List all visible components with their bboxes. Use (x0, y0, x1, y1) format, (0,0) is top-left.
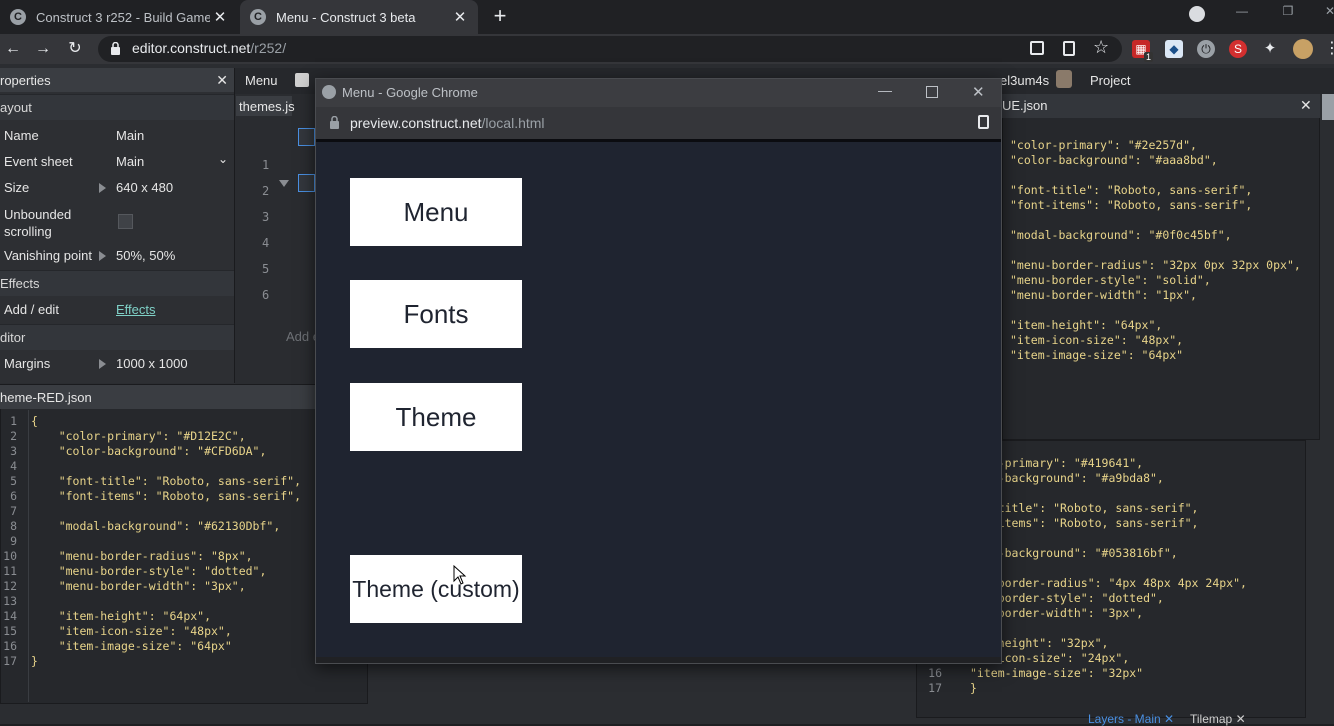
save-icon[interactable] (295, 73, 309, 87)
prop-margins[interactable]: Margins 1000 x 1000 (0, 356, 234, 374)
close-window-icon[interactable]: ✕ (1318, 4, 1334, 22)
game-canvas: Menu Fonts Theme Theme (custom) (316, 139, 1001, 657)
event-block[interactable] (298, 174, 315, 192)
mouse-cursor-icon (453, 565, 467, 585)
close-tab-icon[interactable]: ✕ (450, 8, 470, 26)
forward-icon[interactable]: → (32, 38, 54, 60)
event-line-numbers: 1 2 3 4 5 6 (262, 158, 270, 302)
construct-icon: C (250, 9, 266, 25)
popup-urlbar: preview.construct.net/local.html (316, 107, 1001, 139)
tab-menu-beta[interactable]: C Menu - Construct 3 beta ✕ (240, 0, 478, 34)
tab-construct-build[interactable]: C Construct 3 r252 - Build Games ✕ (0, 0, 238, 34)
extension-icon[interactable]: ◆ (1165, 40, 1183, 58)
prop-size[interactable]: Size 640 x 480 (0, 180, 234, 198)
restore-icon[interactable]: ❐ (1276, 4, 1300, 22)
expand-triangle-icon[interactable] (99, 359, 106, 369)
extension-badge: 1 (1144, 52, 1154, 62)
popup-title: Menu - Google Chrome (342, 85, 478, 100)
tab-title: Construct 3 r252 - Build Games (36, 9, 210, 25)
back-icon[interactable]: ← (2, 38, 24, 60)
url-text: editor.construct.net/r252/ (132, 40, 287, 56)
install-icon[interactable] (978, 115, 989, 129)
close-icon[interactable]: ✕ (1300, 97, 1312, 114)
blue-json-code[interactable]: "color-primary": "#2e257d", "color-backg… (1010, 138, 1301, 363)
close-tab-icon[interactable]: ✕ (210, 8, 230, 26)
popup-titlebar: Menu - Google Chrome — ✕ (316, 79, 1001, 107)
reload-icon[interactable]: ↻ (64, 38, 86, 60)
construct-icon: C (10, 9, 26, 25)
collapse-triangle-icon[interactable] (279, 180, 289, 187)
browser-menu-icon[interactable]: ⋮ (1324, 38, 1334, 58)
blue-json-title: UE.json (1002, 98, 1048, 113)
popup-url-text: preview.construct.net/local.html (350, 115, 545, 131)
prop-name: Name Main (4, 128, 145, 143)
section-layout[interactable]: ayout (0, 94, 234, 120)
red-json-title: heme-RED.json (0, 385, 316, 409)
open-external-icon[interactable] (1030, 41, 1044, 55)
section-effects[interactable]: Effects (0, 270, 234, 296)
red-json-code[interactable]: { "color-primary": "#D12E2C", "color-bac… (31, 414, 301, 669)
minimize-icon[interactable]: — (878, 82, 892, 98)
gutter-divider (28, 410, 29, 702)
red-json-line-numbers: 1 2 3 4 5 6 7 8 9 10 11 12 13 14 15 16 1… (3, 414, 17, 668)
maximize-icon[interactable] (926, 86, 938, 98)
tab-search-icon[interactable] (1189, 6, 1205, 22)
avatar[interactable] (1293, 39, 1313, 59)
menu-button[interactable]: Menu (245, 73, 278, 88)
puzzle-icon[interactable]: ✦ (1261, 40, 1279, 58)
section-editor[interactable]: ditor (0, 324, 234, 350)
new-tab-button[interactable]: + (488, 4, 512, 28)
extension-icon[interactable]: S (1229, 40, 1247, 58)
menu-item-menu[interactable]: Menu (350, 178, 522, 246)
scrollbar-thumb[interactable] (1322, 94, 1334, 120)
close-icon[interactable]: ✕ (972, 83, 985, 101)
menu-item-fonts[interactable]: Fonts (350, 280, 522, 348)
tab-themes-js[interactable]: themes.js (236, 96, 295, 116)
bookmark-star-icon[interactable]: ☆ (1093, 37, 1109, 58)
chevron-down-icon: ⌄ (218, 152, 229, 166)
blue-json-header (1002, 94, 1320, 118)
extension-icon[interactable]: ⏻ (1197, 40, 1215, 58)
prop-event-sheet[interactable]: Event sheet Main ⌄ (0, 152, 234, 172)
project-tab[interactable]: Project (1090, 73, 1130, 88)
preview-popup-window: Menu - Google Chrome — ✕ preview.constru… (315, 78, 1002, 664)
user-name: el3um4s (1000, 73, 1050, 88)
menu-item-theme-custom[interactable]: Theme (custom) (350, 555, 522, 623)
lock-icon (330, 116, 339, 129)
user-avatar[interactable] (1056, 70, 1072, 88)
effects-link[interactable]: Effects (116, 302, 156, 317)
expand-triangle-icon[interactable] (99, 251, 106, 261)
tab-title: Menu - Construct 3 beta (276, 9, 416, 25)
properties-title: roperties (0, 72, 51, 88)
properties-header: roperties ✕ (0, 68, 234, 92)
close-icon[interactable]: ✕ (216, 72, 228, 89)
prop-unbounded-scrolling: Unbounded scrolling (0, 206, 234, 240)
prop-vanishing-point[interactable]: Vanishing point 50%, 50% (0, 248, 234, 266)
green-json-line-numbers: 16 17 (928, 666, 942, 695)
menu-item-theme[interactable]: Theme (350, 383, 522, 451)
minimize-icon[interactable]: — (1230, 4, 1254, 22)
install-icon[interactable] (1063, 41, 1075, 56)
chrome-icon (322, 85, 336, 99)
unbounded-checkbox[interactable] (118, 214, 133, 229)
event-block[interactable] (298, 128, 315, 146)
lock-icon (111, 42, 120, 55)
expand-triangle-icon[interactable] (99, 183, 106, 193)
green-json-code[interactable]: olor-primary": "#419641", olor-backgroun… (970, 456, 1247, 696)
prop-add-edit: Add / edit Effects (4, 302, 156, 317)
